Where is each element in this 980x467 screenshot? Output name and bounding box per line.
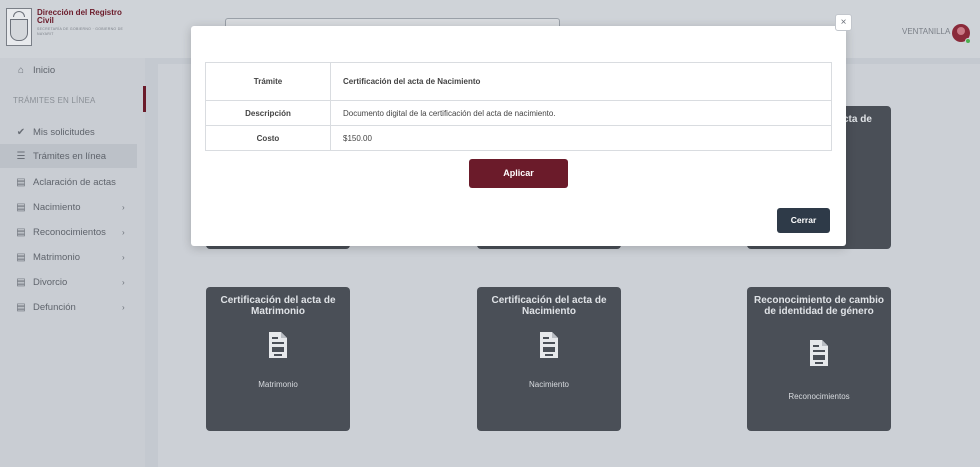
document-icon: ▤ (16, 251, 26, 263)
document-icon (269, 332, 287, 358)
sidebar-item-inicio[interactable]: ⌂ Inicio (0, 58, 145, 82)
row-label-descripcion: Descripción (205, 100, 331, 126)
document-icon: ▤ (16, 301, 26, 313)
card-label: Reconocimientos (788, 392, 850, 401)
document-icon: ▤ (16, 276, 26, 288)
sidebar-item-mis-solicitudes[interactable]: ✔ Mis solicitudes (0, 120, 145, 144)
registro-civil-logo[interactable]: Dirección del Registro Civil SECRETARÍA … (4, 6, 144, 50)
sidebar-item-label: Trámites en línea (33, 150, 107, 162)
sidebar-item-reconocimientos[interactable]: ▤ Reconocimientos › (0, 220, 145, 244)
online-status-icon (965, 38, 971, 44)
document-icon: ▤ (16, 201, 26, 213)
card-label: Nacimiento (528, 380, 569, 389)
document-icon (540, 332, 558, 358)
card-title: Certificación del acta de Matrimonio (220, 295, 336, 317)
sidebar-item-label: Reconocimientos (33, 226, 106, 238)
logo-subtitle: SECRETARÍA DE GOBIERNO · GOBIERNO DE NAY… (37, 27, 124, 36)
card-title: Reconocimiento de cambio de identidad de… (753, 295, 885, 317)
close-button[interactable]: Cerrar (777, 208, 830, 233)
card-title: Certificación del acta de Nacimiento (491, 295, 607, 317)
sidebar-item-label: Matrimonio (33, 251, 80, 263)
logo-title: Dirección del Registro Civil (37, 8, 122, 25)
row-value-descripcion: Documento digital de la certificación de… (330, 100, 832, 126)
card-certificacion-matrimonio[interactable]: Certificación del acta de Matrimonio Mat… (206, 287, 350, 431)
document-icon (810, 340, 828, 366)
row-label-costo: Costo (205, 125, 331, 151)
sidebar-item-label: Inicio (33, 64, 56, 76)
sidebar-item-nacimiento[interactable]: ▤ Nacimiento › (0, 195, 145, 219)
list-icon: ☰ (16, 150, 26, 162)
active-indicator (143, 86, 146, 112)
sidebar-item-tramites-en-linea[interactable]: ☰ Trámites en línea (0, 144, 137, 168)
tramite-details-table: Trámite Certificación del acta de Nacimi… (205, 62, 832, 151)
document-icon: ▤ (16, 176, 26, 188)
apply-button[interactable]: Aplicar (469, 159, 568, 188)
check-icon: ✔ (16, 126, 26, 138)
sidebar: ⌂ Inicio TRÁMITES EN LÍNEA ✔ Mis solicit… (0, 58, 145, 467)
document-icon: ▤ (16, 226, 26, 238)
chevron-right-icon: › (122, 202, 125, 212)
sidebar-section-title: TRÁMITES EN LÍNEA (13, 96, 96, 105)
sidebar-item-matrimonio[interactable]: ▤ Matrimonio › (0, 245, 145, 269)
row-value-costo: $150.00 (330, 125, 832, 151)
row-value-tramite: Certificación del acta de Nacimiento (330, 62, 832, 101)
chevron-right-icon: › (122, 277, 125, 287)
tramite-modal: Trámite Certificación del acta de Nacimi… (191, 26, 846, 246)
sidebar-item-divorcio[interactable]: ▤ Divorcio › (0, 270, 145, 294)
sidebar-item-defuncion[interactable]: ▤ Defunción › (0, 295, 145, 319)
close-icon[interactable]: × (835, 14, 852, 31)
table-row: Trámite Certificación del acta de Nacimi… (205, 62, 832, 101)
card-title: cta de (843, 114, 872, 125)
home-icon: ⌂ (17, 64, 25, 76)
table-row: Costo $150.00 (205, 125, 832, 151)
card-label: Matrimonio (258, 380, 298, 389)
sidebar-item-label: Aclaración de actas (33, 176, 116, 188)
card-reconocimiento-identidad[interactable]: Reconocimiento de cambio de identidad de… (747, 287, 891, 431)
card-certificacion-nacimiento[interactable]: Certificación del acta de Nacimiento Nac… (477, 287, 621, 431)
sidebar-item-label: Divorcio (33, 276, 68, 288)
seal-icon (6, 8, 32, 46)
table-row: Descripción Documento digital de la cert… (205, 100, 832, 126)
chevron-right-icon: › (122, 227, 125, 237)
sidebar-item-aclaracion-de-actas[interactable]: ▤ Aclaración de actas (0, 170, 145, 194)
user-name[interactable]: VENTANILLA (902, 27, 950, 36)
sidebar-item-label: Nacimiento (33, 201, 81, 213)
chevron-right-icon: › (122, 302, 125, 312)
sidebar-item-label: Mis solicitudes (33, 126, 95, 138)
sidebar-item-label: Defunción (33, 301, 76, 313)
chevron-right-icon: › (122, 252, 125, 262)
row-label-tramite: Trámite (205, 62, 331, 101)
